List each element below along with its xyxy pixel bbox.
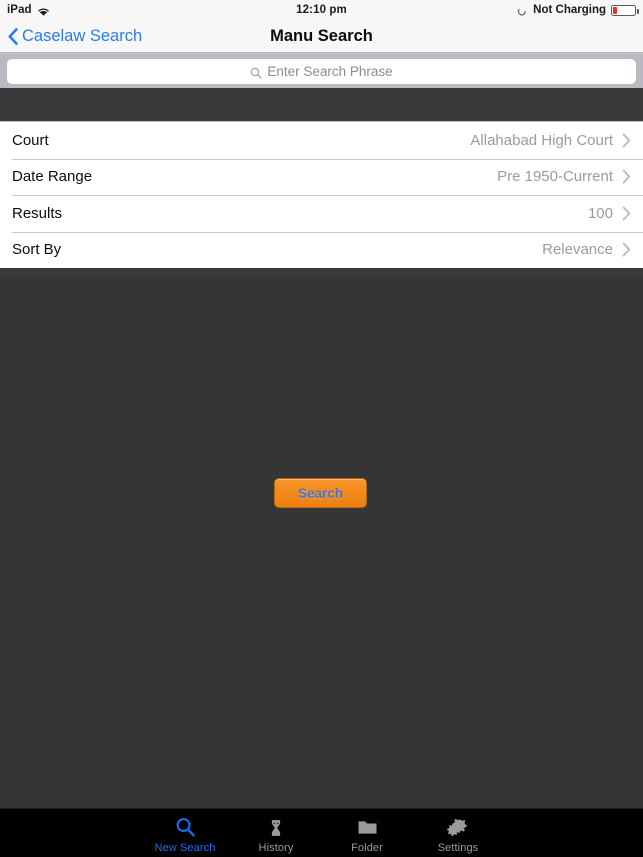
tab-folder[interactable]: Folder [322, 809, 413, 857]
tab-new-search[interactable]: New Search [140, 809, 231, 857]
navigation-bar: Caselaw Search Manu Search [0, 20, 643, 53]
search-input[interactable]: Enter Search Phrase [7, 59, 636, 84]
chevron-right-icon [622, 206, 631, 221]
tab-label: Folder [351, 841, 383, 854]
table-row-results[interactable]: Results 100 [0, 195, 643, 232]
tab-label: History [258, 841, 294, 854]
chevron-right-icon [622, 133, 631, 148]
search-icon [250, 66, 262, 79]
page-title: Manu Search [270, 27, 373, 45]
row-label: Results [12, 204, 63, 222]
search-placeholder: Enter Search Phrase [267, 64, 393, 79]
table-row-court[interactable]: Court Allahabad High Court [0, 122, 643, 159]
gears-icon [446, 816, 470, 840]
row-value: 100 [587, 204, 613, 222]
charging-indicator-icon [517, 6, 528, 17]
charging-status-label: Not Charging [533, 4, 606, 16]
row-accessory-group: Allahabad High Court [470, 132, 631, 149]
folder-icon [356, 816, 379, 840]
row-label: Sort By [12, 241, 62, 259]
hourglass-icon [265, 816, 287, 840]
content-spacer [0, 88, 643, 121]
app-screen: iPad 12:10 pm Not Charging Caselaw Searc… [0, 0, 643, 857]
table-row-sort-by[interactable]: Sort By Relevance [0, 231, 643, 268]
table-row-date-range[interactable]: Date Range Pre 1950-Current [0, 158, 643, 195]
tab-label: New Search [154, 841, 216, 854]
tab-history[interactable]: History [231, 809, 322, 857]
battery-low-icon [611, 4, 639, 16]
row-accessory-group: Relevance [542, 241, 631, 258]
row-accessory-group: Pre 1950-Current [497, 168, 631, 185]
row-label: Court [12, 131, 49, 149]
row-accessory-group: 100 [588, 205, 631, 222]
battery-fill [613, 6, 617, 14]
tab-bar: New Search History Folder Settings [0, 808, 643, 857]
search-input-content: Enter Search Phrase [250, 64, 393, 79]
search-options-table: Court Allahabad High Court Date Range Pr… [0, 121, 643, 268]
row-label: Date Range [12, 168, 93, 186]
tab-label: Settings [437, 841, 479, 854]
search-icon [174, 816, 197, 840]
tab-settings[interactable]: Settings [413, 809, 504, 857]
search-button-label: Search [297, 485, 344, 501]
chevron-right-icon [622, 242, 631, 257]
search-bar: Enter Search Phrase [0, 53, 643, 88]
row-value: Relevance [542, 241, 613, 259]
status-bar: iPad 12:10 pm Not Charging [0, 0, 643, 20]
search-button[interactable]: Search [274, 478, 367, 508]
content-area [0, 277, 643, 808]
row-value: Allahabad High Court [470, 131, 613, 149]
chevron-right-icon [622, 169, 631, 184]
row-value: Pre 1950-Current [497, 168, 613, 186]
status-bar-right: Not Charging [517, 4, 639, 17]
